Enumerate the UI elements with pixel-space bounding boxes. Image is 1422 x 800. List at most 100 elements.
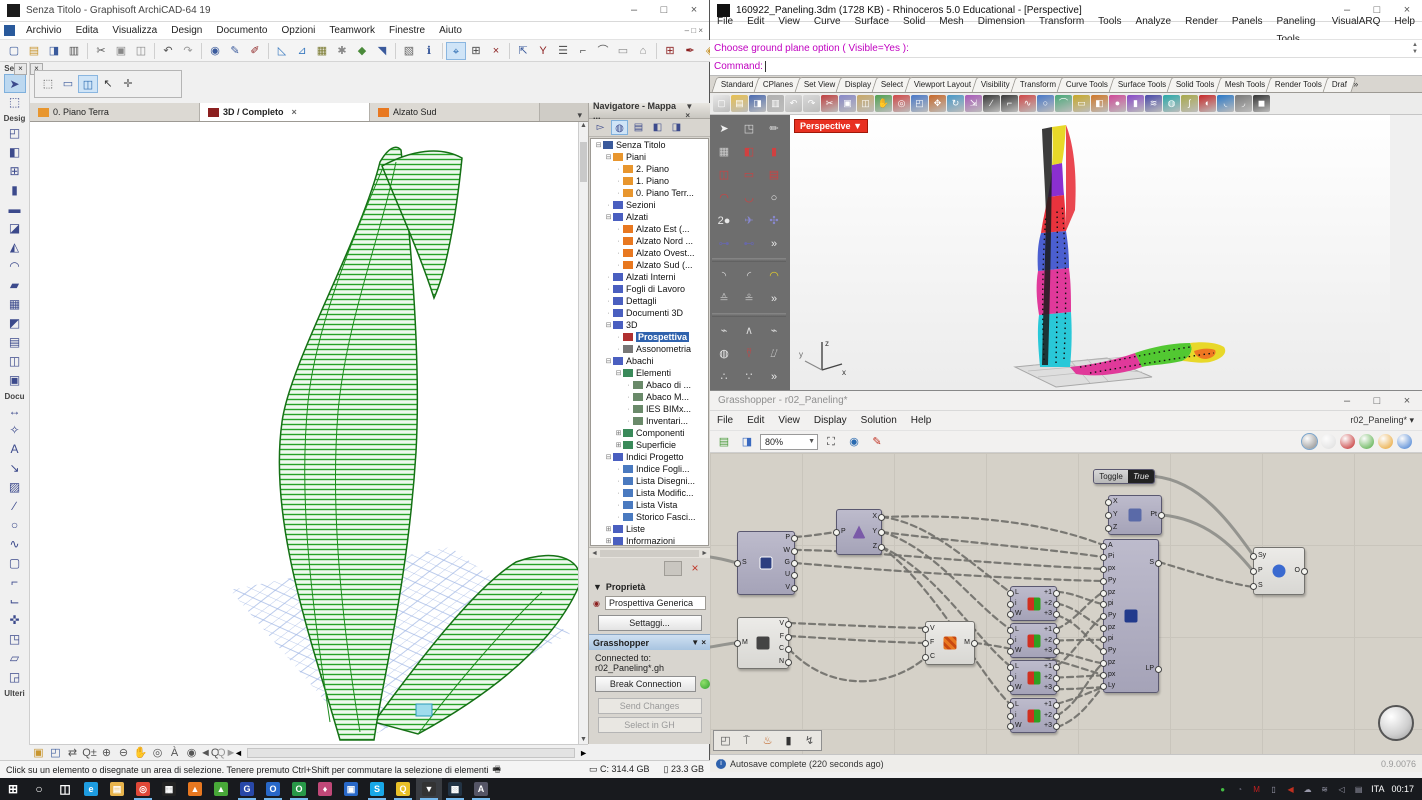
tree-item[interactable]: ⊟Senza Titolo: [591, 139, 708, 151]
store[interactable]: ▦: [156, 778, 182, 800]
tree-item[interactable]: ⊟Abachi: [591, 355, 708, 367]
sweep-icon[interactable]: ∫: [1181, 95, 1198, 112]
maximize-icon[interactable]: □: [1362, 391, 1392, 410]
side-tool-icon[interactable]: ▦: [712, 141, 736, 163]
cut-icon[interactable]: ✂: [821, 95, 838, 112]
tree-item[interactable]: ⊟3D: [591, 319, 708, 331]
LP-port[interactable]: LP: [1145, 664, 1154, 674]
bake-green-icon[interactable]: [1359, 434, 1374, 449]
tree-item[interactable]: ·Prospettiva: [591, 331, 708, 343]
file-explorer[interactable]: ▤: [104, 778, 130, 800]
side-tool-icon[interactable]: ➤: [712, 118, 736, 140]
bake-output-node[interactable]: SyPSO: [1253, 547, 1305, 595]
menu-edita[interactable]: Edita: [69, 22, 106, 40]
slab-tool[interactable]: ◪: [4, 219, 26, 238]
fit-icon[interactable]: ⇄: [64, 744, 81, 762]
side-tool-icon[interactable]: ◜: [737, 265, 761, 287]
tree-item[interactable]: ·Lista Modific...: [591, 487, 708, 499]
i-port[interactable]: i: [1015, 673, 1017, 683]
bake-orange-icon[interactable]: [1378, 434, 1393, 449]
side-tool-icon[interactable]: ≗: [737, 288, 761, 310]
map-view-icon[interactable]: ◍: [611, 120, 628, 135]
dock-button[interactable]: [664, 561, 682, 576]
line-tool[interactable]: ∕: [4, 497, 26, 516]
expander-icon[interactable]: ⊟: [614, 369, 623, 377]
tab-alzato-sud[interactable]: Alzato Sud: [370, 103, 540, 121]
tree-item[interactable]: ·Alzato Nord ...: [591, 235, 708, 247]
F-port[interactable]: F: [930, 638, 934, 648]
+3-port[interactable]: +3: [1044, 721, 1052, 731]
fillet-icon[interactable]: ◟: [1217, 95, 1234, 112]
menu-solution[interactable]: Solution: [854, 412, 904, 430]
W-port[interactable]: W: [1015, 721, 1022, 731]
V-port[interactable]: V: [930, 624, 935, 634]
settings-button[interactable]: Settaggi...: [598, 615, 702, 631]
Z-port[interactable]: Z: [873, 542, 877, 552]
Y-port[interactable]: Y: [872, 527, 877, 537]
view-name-field[interactable]: Prospettiva Generica: [605, 596, 706, 610]
close-icon[interactable]: ×: [1392, 391, 1422, 410]
expander-icon[interactable]: ⊞: [604, 537, 613, 545]
close-icon[interactable]: ×: [679, 0, 709, 21]
+2-port[interactable]: +2: [1044, 711, 1052, 721]
photos[interactable]: ▩: [442, 778, 468, 800]
L-port[interactable]: L: [1015, 625, 1019, 635]
P-port[interactable]: P: [841, 527, 846, 537]
layout-grid-icon[interactable]: ⊞: [660, 42, 680, 60]
window-tool[interactable]: ⊞: [4, 162, 26, 181]
break-connection-button[interactable]: Break Connection: [595, 676, 696, 692]
sphere-icon[interactable]: ●: [1109, 95, 1126, 112]
door-tool[interactable]: ◧: [4, 143, 26, 162]
boolean-icon[interactable]: ◐: [1199, 95, 1216, 112]
publisher-icon[interactable]: ◨: [668, 120, 685, 135]
expander-icon[interactable]: ⊞: [614, 429, 623, 437]
slope-icon[interactable]: ⊿: [292, 42, 312, 60]
app-blue-g[interactable]: G: [234, 778, 260, 800]
arc-icon[interactable]: ⌒: [1055, 95, 1072, 112]
grasshopper-canvas[interactable]: ToggleTrueXYZPtSPWGUVPXYZMVFCNVFCMLiW+1+…: [710, 453, 1422, 754]
side-tool-icon[interactable]: ⌁: [712, 320, 736, 342]
orbit-icon[interactable]: ◎: [149, 744, 166, 762]
render-tool-icon[interactable]: ◼: [1253, 95, 1270, 112]
+2-port[interactable]: +2: [1044, 599, 1052, 609]
next-zoom-icon[interactable]: Q►: [217, 744, 234, 762]
start-button[interactable]: ⊞: [0, 778, 26, 800]
box-icon[interactable]: ◧: [1091, 95, 1108, 112]
tab-close-icon[interactable]: ×: [292, 107, 297, 117]
tree-item[interactable]: ·Assonometria: [591, 343, 708, 355]
pin-tool-icon[interactable]: ⍑: [737, 732, 756, 750]
toolbar-tab-surface-tools[interactable]: Surface Tools: [1108, 77, 1175, 92]
tree-item[interactable]: ·Inventari...: [591, 415, 708, 427]
shift-list-node-2[interactable]: LiW+1+2+3: [1010, 623, 1057, 658]
+3-port[interactable]: +3: [1044, 683, 1052, 693]
feather-icon[interactable]: ◥: [372, 42, 392, 60]
tree-item[interactable]: ⊟Indici Progetto: [591, 451, 708, 463]
tree-item[interactable]: ⊞Informazioni: [591, 535, 708, 546]
pz-port[interactable]: pz: [1108, 623, 1115, 633]
skype[interactable]: S: [364, 778, 390, 800]
tree-item[interactable]: ·Alzato Est (...: [591, 223, 708, 235]
navigator-header[interactable]: Navigatore - Mappa ... ▼ ×: [589, 103, 710, 119]
save-icon[interactable]: ◨: [749, 95, 766, 112]
zoom-pct-icon[interactable]: Q±: [81, 744, 98, 762]
undo-icon[interactable]: ↶: [158, 42, 178, 60]
levels-icon[interactable]: ☰: [553, 42, 573, 60]
side-tool-icon[interactable]: ⌰: [762, 343, 786, 365]
tree-item[interactable]: ·Alzato Ovest...: [591, 247, 708, 259]
tree-item[interactable]: ⊟Piani: [591, 151, 708, 163]
+3-port[interactable]: +3: [1044, 609, 1052, 619]
save-file-icon[interactable]: ◨: [44, 42, 64, 60]
+2-port[interactable]: +2: [1044, 636, 1052, 646]
zoom-out-icon[interactable]: ⊖: [115, 744, 132, 762]
element-table-icon[interactable]: ⊞: [466, 42, 486, 60]
preview-wire-icon[interactable]: [1321, 434, 1336, 449]
pan-icon[interactable]: ✋: [875, 95, 892, 112]
preview-eye-icon[interactable]: ◉: [844, 433, 864, 451]
morph-tool[interactable]: ▰: [4, 276, 26, 295]
camera-tool[interactable]: ✜: [4, 611, 26, 630]
rect-icon[interactable]: ▭: [1073, 95, 1090, 112]
redo-icon[interactable]: ↷: [803, 95, 820, 112]
group-tool-icon[interactable]: ◰: [716, 732, 735, 750]
folder-map-icon[interactable]: ▤: [630, 120, 647, 135]
side-tool-icon[interactable]: ▤: [762, 164, 786, 186]
